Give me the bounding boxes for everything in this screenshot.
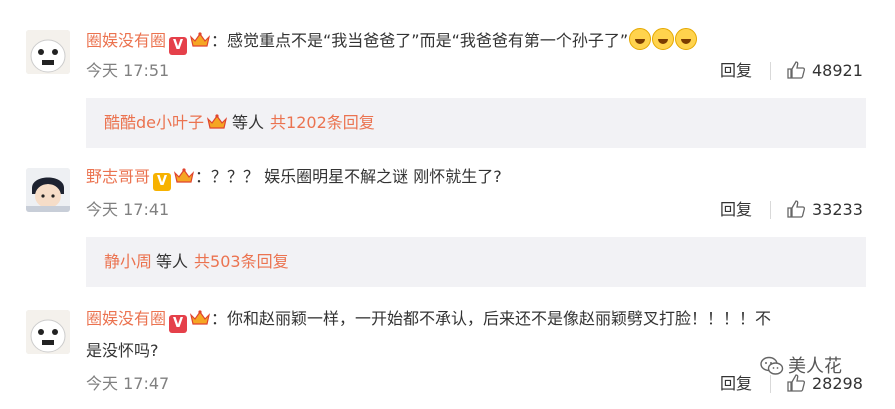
reply-button[interactable]: 回复 — [720, 199, 752, 221]
timestamp: 今天 17:47 — [86, 374, 170, 393]
like-count: 48921 — [812, 61, 863, 80]
crown-badge-icon — [189, 309, 211, 327]
like-button[interactable]: 33233 — [786, 199, 863, 221]
wechat-icon — [760, 356, 784, 375]
verified-badge-icon: V — [169, 315, 188, 333]
avatar[interactable] — [26, 310, 70, 354]
comment-text: ：你和赵丽颖一样，一开始都不承认，后来还不是像赵丽颖劈叉打脸！！！！不 — [211, 309, 772, 328]
avatar[interactable] — [26, 168, 70, 212]
like-button[interactable]: 48921 — [786, 60, 863, 82]
reply-button[interactable]: 回复 — [720, 373, 752, 395]
watermark-text: 美人花 — [788, 356, 842, 377]
divider — [770, 201, 771, 219]
laughing-emoji-icon — [629, 28, 652, 50]
reply-etc: 等人 — [156, 252, 189, 271]
reply-etc: 等人 — [232, 113, 265, 132]
thumbs-up-icon — [787, 61, 806, 79]
username[interactable]: 圈娱没有圈 — [86, 31, 166, 50]
thumbs-up-icon — [787, 200, 806, 218]
comment-text-continued: 是没怀吗? — [86, 341, 159, 360]
crown-badge-icon — [173, 167, 195, 185]
username[interactable]: 野志哥哥 — [86, 167, 150, 186]
reply-summary: 静小周 等人 共503条回复 — [86, 237, 866, 287]
laughing-emoji-icon — [675, 28, 698, 50]
reply-user[interactable]: 酷酷de小叶子 — [104, 113, 204, 132]
divider — [770, 62, 771, 80]
reply-summary: 酷酷de小叶子 等人 共1202条回复 — [86, 98, 866, 148]
timestamp: 今天 17:41 — [86, 200, 170, 219]
avatar[interactable] — [26, 30, 70, 74]
laughing-emoji-icon — [652, 28, 675, 50]
comment-text: ：感觉重点不是“我当爸爸了”而是“我爸爸有第一个孙子了” — [211, 31, 629, 50]
comment-text: ：？？？ 娱乐圈明星不解之谜 刚怀就生了? — [195, 167, 502, 186]
wechat-watermark: 美人花 — [760, 352, 842, 378]
view-replies-link[interactable]: 共503条回复 — [194, 252, 289, 271]
crown-badge-icon — [206, 101, 228, 129]
timestamp: 今天 17:51 — [86, 61, 170, 80]
verified-badge-icon: V — [153, 173, 172, 191]
like-count: 33233 — [812, 200, 863, 219]
crown-badge-icon — [189, 31, 211, 49]
reply-button[interactable]: 回复 — [720, 60, 752, 82]
username[interactable]: 圈娱没有圈 — [86, 309, 166, 328]
verified-badge-icon: V — [169, 37, 188, 55]
reply-user[interactable]: 静小周 — [104, 252, 152, 271]
view-replies-link[interactable]: 共1202条回复 — [270, 113, 375, 132]
